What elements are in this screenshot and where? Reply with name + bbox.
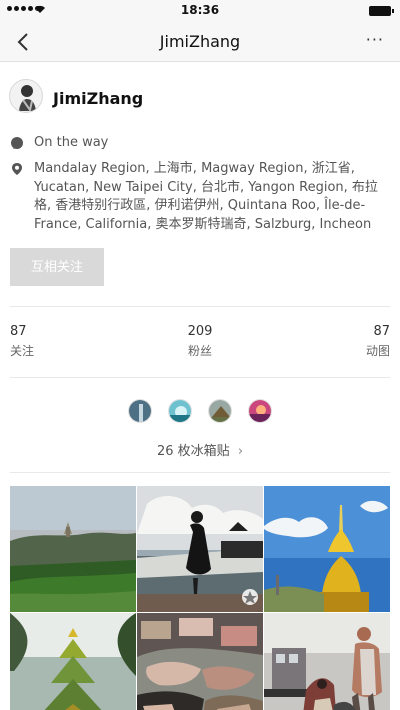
stat-label: 粉丝 [187,344,212,358]
status-icon [11,137,23,149]
stat-value: 87 [373,324,390,339]
photo-thumbnail[interactable] [137,486,263,612]
sticker-badge [208,399,232,423]
status-bar: 18:36 [0,0,400,22]
stat-label: 关注 [10,344,35,358]
more-options-icon[interactable]: ··· [366,30,384,49]
photo-thumbnail[interactable] [264,613,390,710]
divider [10,377,390,378]
divider [10,472,390,473]
sticker-badge [128,399,152,423]
sticker-strip[interactable] [128,399,272,423]
sticker-count-link[interactable]: 26 枚冰箱贴 › [0,440,400,459]
location-row: Mandalay Region, 上海市, Magway Region, 浙江省… [10,160,380,234]
divider [10,306,390,307]
back-arrow-icon[interactable] [12,30,36,54]
mutual-follow-button[interactable]: 互相关注 [10,248,104,286]
photo-thumbnail[interactable] [10,613,136,710]
location-pin-icon [12,163,22,175]
status-time: 18:36 [180,3,220,17]
photo-grid [10,486,390,710]
stat-value: 209 [187,324,213,339]
status-text: On the way [34,135,109,150]
photo-thumbnail[interactable] [264,486,390,612]
photo-thumbnail[interactable] [137,613,263,710]
stats-row: 87 关注 209 粉丝 87 动图 [0,322,400,362]
location-list: Mandalay Region, 上海市, Magway Region, 浙江省… [34,161,378,232]
navigation-bar: JimiZhang ··· [0,22,400,62]
username: JimiZhang [53,89,144,108]
stat-followers[interactable]: 209 粉丝 [160,322,240,361]
battery-icon [369,6,394,16]
stat-value: 87 [10,324,27,339]
sticker-badge [168,399,192,423]
chevron-right-icon: › [237,444,244,459]
stat-following[interactable]: 87 关注 [10,322,90,361]
stat-label: 动图 [365,344,390,358]
status-row: On the way [10,134,380,154]
page-title: JimiZhang [159,32,241,51]
stat-posts[interactable]: 87 动图 [310,322,390,361]
sticker-count-label: 26 枚冰箱贴 [156,444,230,459]
sticker-badge [248,399,272,423]
profile-page: JimiZhang On the way Mandalay Region, 上海… [0,62,400,710]
avatar[interactable] [9,79,43,113]
photo-thumbnail[interactable] [10,486,136,612]
